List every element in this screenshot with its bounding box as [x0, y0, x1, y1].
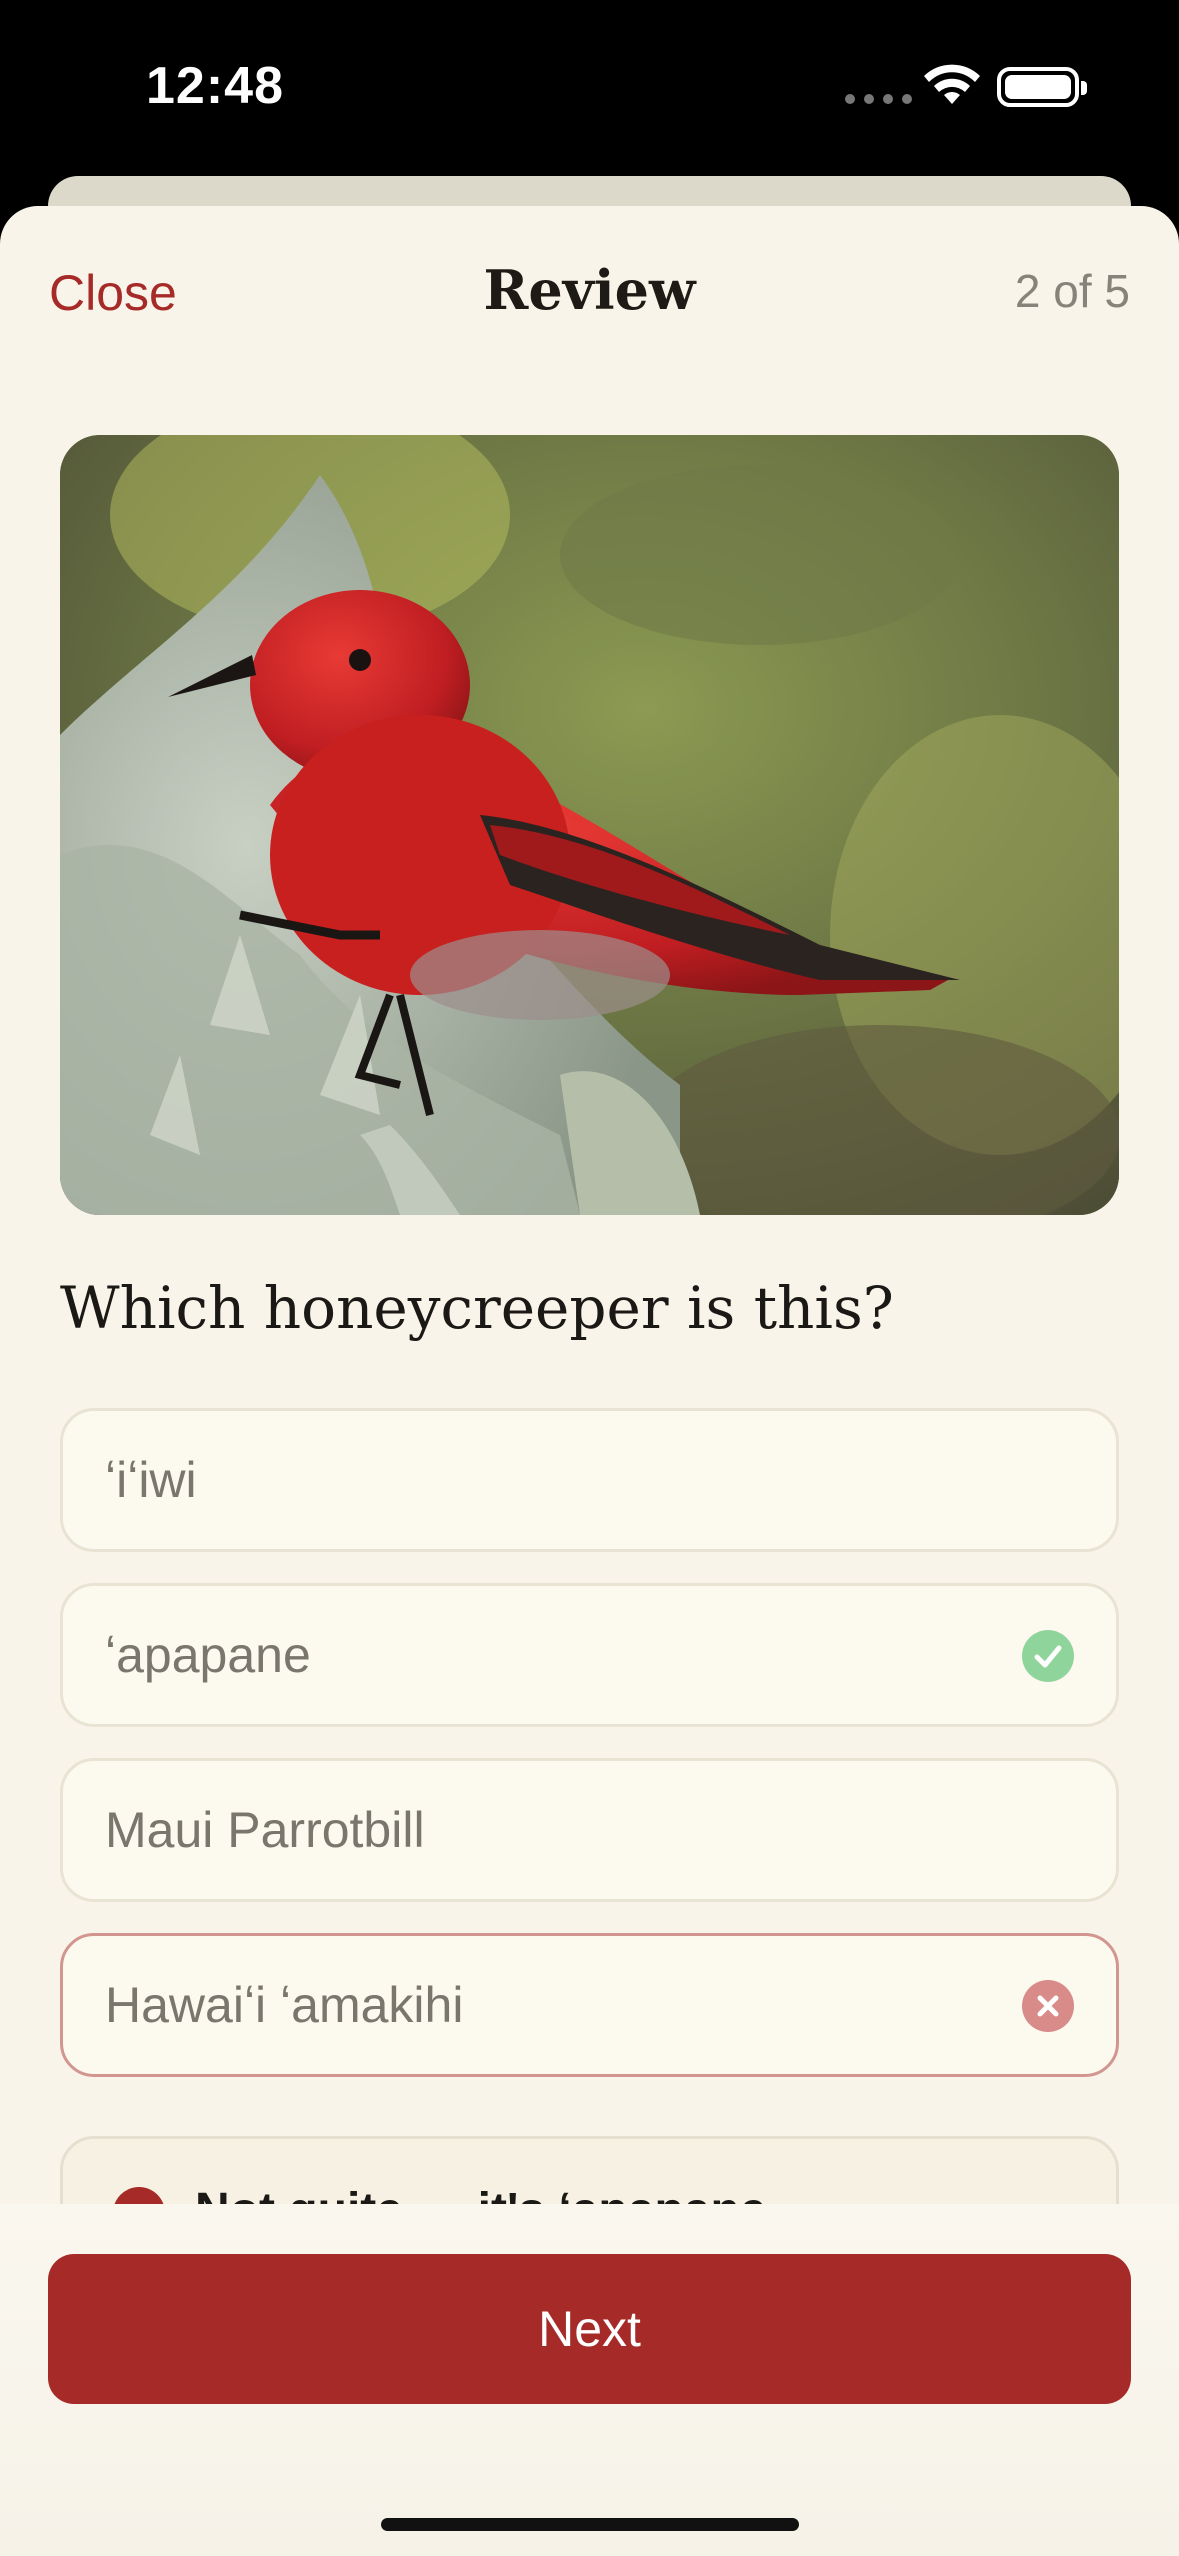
- question-text: Which honeycreeper is this?: [60, 1274, 894, 1342]
- review-sheet: Close Review 2 of 5 Which honeycreeper i…: [0, 206, 1179, 2556]
- battery-icon: [997, 67, 1087, 107]
- answer-option-label: ʻapapane: [105, 1627, 311, 1683]
- answer-option-label: ʻiʻiwi: [105, 1452, 197, 1508]
- next-button[interactable]: Next: [48, 2254, 1131, 2404]
- bird-photo: [60, 435, 1119, 1215]
- answer-option-label: Hawaiʻi ʻamakihi: [105, 1977, 464, 2033]
- progress-counter: 2 of 5: [1014, 265, 1130, 317]
- checkmark-icon: [1022, 1630, 1074, 1682]
- answer-option-2[interactable]: ʻapapane: [60, 1583, 1119, 1727]
- answer-option-label: Maui Parrotbill: [105, 1802, 425, 1858]
- answer-option-1[interactable]: ʻiʻiwi: [60, 1408, 1119, 1552]
- status-bar: 12:48: [0, 0, 1179, 180]
- x-mark-icon: [1022, 1980, 1074, 2032]
- page-title: Review: [483, 258, 696, 322]
- cellular-signal-icon: [845, 94, 912, 104]
- wifi-icon: [924, 64, 980, 104]
- bottom-bar: Next: [0, 2204, 1179, 2556]
- home-indicator: [381, 2518, 799, 2531]
- answer-option-4[interactable]: Hawaiʻi ʻamakihi: [60, 1933, 1119, 2077]
- answer-option-3[interactable]: Maui Parrotbill: [60, 1758, 1119, 1902]
- status-time: 12:48: [146, 57, 284, 115]
